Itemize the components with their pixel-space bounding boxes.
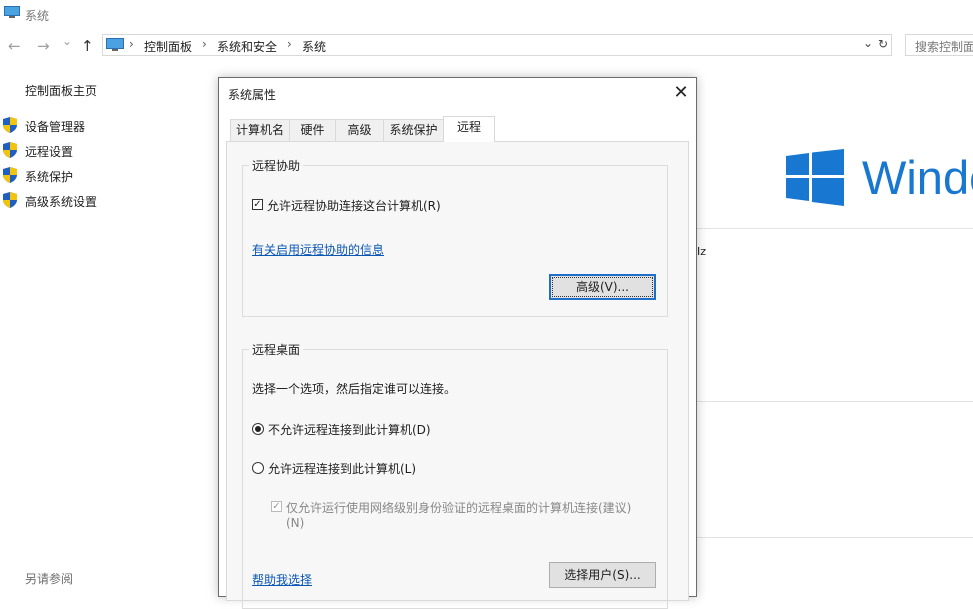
windows-wordmark: Windo [862, 151, 973, 204]
breadcrumb-system-security[interactable]: 系统和安全 [217, 38, 277, 55]
allow-remote-assistance-checkbox[interactable]: ✓ [252, 199, 263, 210]
tab-hardware[interactable]: 硬件 [289, 119, 336, 141]
disallow-remote-label[interactable]: 不允许远程连接到此计算机(D) [268, 421, 431, 438]
search-input[interactable]: 搜索控制面 [905, 34, 973, 56]
device-manager-link[interactable]: 设备管理器 [25, 118, 85, 135]
back-button[interactable]: ← [8, 37, 21, 55]
tab-computer-name[interactable]: 计算机名 [230, 119, 290, 141]
select-users-button[interactable]: 选择用户(S)... [549, 562, 656, 588]
tab-system-protection[interactable]: 系统保护 [383, 119, 444, 141]
processor-speed-fragment: Iz [697, 245, 707, 258]
search-placeholder: 搜索控制面 [915, 40, 973, 54]
breadcrumb-separator: › [287, 37, 292, 51]
remote-assistance-label: 远程协助 [249, 157, 304, 174]
address-dropdown-icon[interactable]: ⌄ [863, 36, 873, 50]
refresh-icon[interactable]: ↻ [878, 37, 888, 51]
remote-assistance-group: 远程协助 ✓ 允许远程协助连接这台计算机(R) 有关启用远程协助的信息 高级(V… [242, 157, 668, 317]
remote-desktop-group: 远程桌面 选择一个选项，然后指定谁可以连接。 不允许远程连接到此计算机(D) 允… [242, 341, 668, 609]
nla-only-label: 仅允许运行使用网络级别身份验证的远程桌面的计算机连接(建议) [286, 501, 632, 515]
breadcrumb-system[interactable]: 系统 [302, 38, 326, 55]
remote-assistance-info-link[interactable]: 有关启用远程协助的信息 [252, 241, 384, 258]
system-properties-dialog: 系统属性 ✕ 计算机名 硬件 高级 系统保护 远程 远程协助 ✓ 允许远程协助连… [218, 77, 697, 609]
address-bar[interactable]: › 控制面板 › 系统和安全 › 系统 ⌄ ↻ [102, 34, 892, 56]
divider [697, 228, 973, 229]
control-panel-home-link[interactable]: 控制面板主页 [25, 82, 97, 99]
tab-remote[interactable]: 远程 [443, 116, 495, 142]
remote-settings-link[interactable]: 远程设置 [25, 143, 73, 160]
window-titlebar: 系统 [0, 0, 973, 28]
divider [697, 401, 973, 402]
see-also-heading: 另请参阅 [25, 572, 74, 586]
tab-advanced[interactable]: 高级 [335, 119, 384, 141]
breadcrumb-control-panel[interactable]: 控制面板 [144, 38, 192, 55]
system-protection-link[interactable]: 系统保护 [25, 168, 73, 185]
allow-remote-label[interactable]: 允许远程连接到此计算机(L) [268, 460, 416, 477]
up-button[interactable]: ↑ [81, 37, 94, 55]
dialog-title: 系统属性 [228, 88, 277, 102]
computer-icon [106, 38, 124, 51]
windows-logo-icon [786, 149, 844, 206]
advanced-button[interactable]: 高级(V)... [549, 274, 656, 300]
window-title: 系统 [25, 9, 50, 23]
remote-desktop-description: 选择一个选项，然后指定谁可以连接。 [252, 382, 457, 396]
shield-icon [3, 167, 17, 183]
allow-remote-radio[interactable] [252, 462, 264, 474]
allow-remote-assistance-label[interactable]: 允许远程协助连接这台计算机(R) [267, 197, 441, 214]
nla-only-checkbox[interactable]: ✓ [271, 501, 282, 512]
advanced-system-settings-link[interactable]: 高级系统设置 [25, 193, 97, 210]
remote-desktop-label: 远程桌面 [249, 341, 304, 358]
remote-tab-panel: 远程协助 ✓ 允许远程协助连接这台计算机(R) 有关启用远程协助的信息 高级(V… [226, 141, 689, 609]
nla-only-label-shortcut: (N) [286, 516, 305, 530]
shield-icon [3, 142, 17, 158]
disallow-remote-radio[interactable] [252, 423, 264, 435]
breadcrumb-separator: › [202, 37, 207, 51]
shield-icon [3, 192, 17, 208]
shield-icon [3, 117, 17, 133]
system-app-icon [4, 6, 20, 18]
recent-locations-dropdown[interactable]: ⌄ [62, 34, 72, 48]
help-me-choose-link[interactable]: 帮助我选择 [252, 571, 312, 588]
forward-button[interactable]: → [37, 37, 50, 55]
breadcrumb-separator: › [129, 37, 134, 51]
close-icon[interactable]: ✕ [667, 80, 695, 106]
divider [697, 537, 973, 538]
